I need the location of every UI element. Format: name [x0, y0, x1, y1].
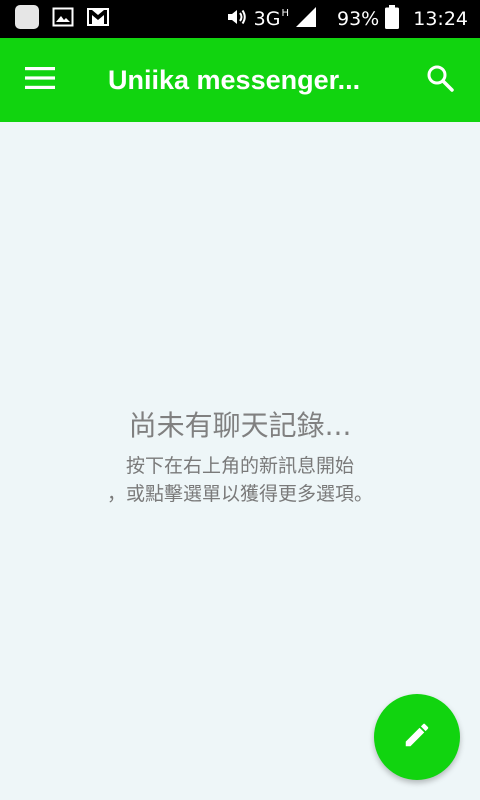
- signal-icon: [295, 6, 317, 33]
- network-type: 3GH: [253, 7, 289, 30]
- battery-percent: 93%: [337, 8, 380, 30]
- menu-button[interactable]: [20, 60, 60, 100]
- search-button[interactable]: [420, 60, 460, 100]
- empty-state-title: 尚未有聊天記錄...: [128, 409, 352, 442]
- blank-app-icon: [14, 4, 40, 34]
- gmail-icon: [86, 7, 110, 31]
- system-indicators: 3GH 93% 13:24: [226, 0, 468, 38]
- volume-icon: [226, 7, 248, 32]
- empty-state: 尚未有聊天記錄... 按下在右上角的新訊息開始 ，或點擊選單以獲得更多選項。: [0, 400, 480, 508]
- app-title: Uniika messenger...: [108, 65, 361, 95]
- empty-state-description: 按下在右上角的新訊息開始 ，或點擊選單以獲得更多選項。: [0, 452, 480, 508]
- status-bar: 3GH 93% 13:24: [0, 0, 480, 38]
- app-bar: Uniika messenger...: [0, 38, 480, 122]
- clock: 13:24: [413, 8, 468, 30]
- hamburger-menu-icon: [25, 67, 55, 93]
- empty-state-line-1: 按下在右上角的新訊息開始: [125, 455, 354, 477]
- pencil-icon: [402, 720, 432, 754]
- notification-icons: [14, 4, 110, 34]
- empty-state-line-2: ，或點擊選單以獲得更多選項。: [106, 483, 373, 505]
- new-message-button[interactable]: [374, 694, 460, 780]
- search-icon: [426, 64, 454, 96]
- battery-icon: [385, 4, 400, 34]
- gallery-icon: [52, 7, 74, 31]
